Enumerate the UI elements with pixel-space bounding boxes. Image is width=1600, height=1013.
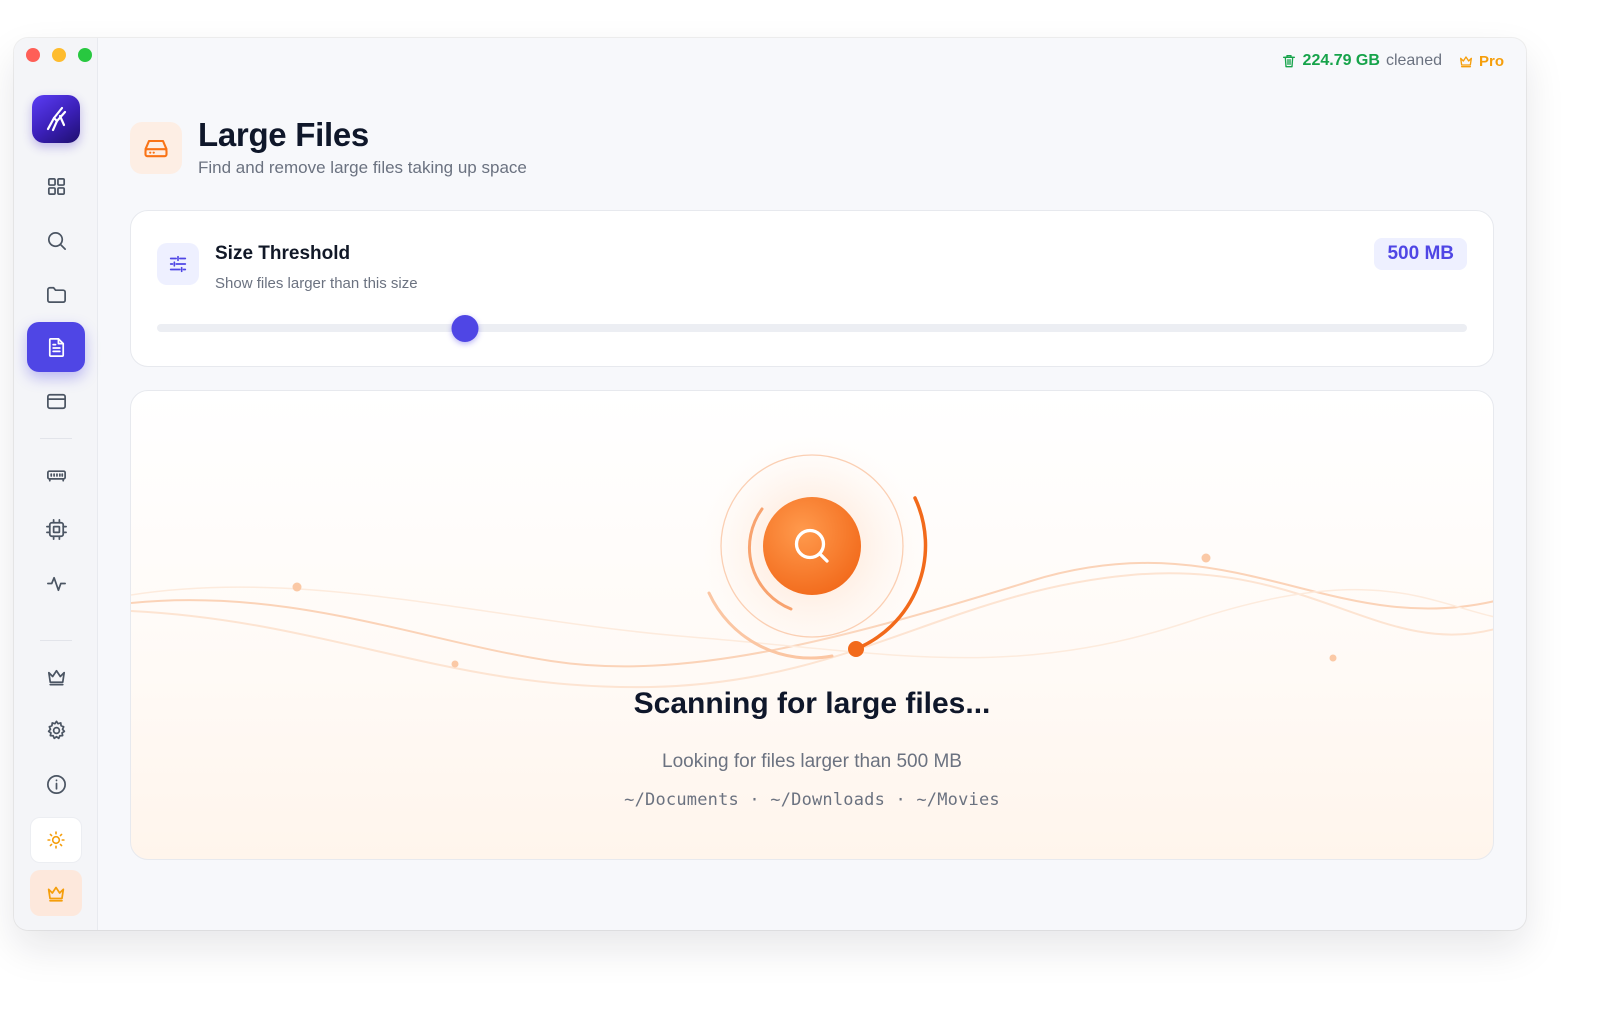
zoom-window-button[interactable] bbox=[78, 48, 92, 62]
sidebar-divider bbox=[40, 438, 72, 439]
sidebar-item-about[interactable] bbox=[27, 759, 85, 809]
folder-icon bbox=[46, 286, 66, 303]
app-window: 224.79 GB cleaned Pro Large Files Find a… bbox=[14, 38, 1526, 930]
sidebar-item-cpu[interactable] bbox=[27, 504, 85, 554]
sidebar-item-apps[interactable] bbox=[27, 376, 85, 426]
page-title: Large Files bbox=[198, 116, 369, 153]
particle-dot bbox=[1329, 654, 1337, 662]
page-subtitle: Find and remove large files taking up sp… bbox=[198, 158, 527, 177]
crown-icon bbox=[47, 886, 65, 902]
scan-panel: Scanning for large files... Looking for … bbox=[130, 390, 1494, 860]
crown-icon bbox=[47, 669, 65, 686]
threshold-value-badge: 500 MB bbox=[1374, 238, 1467, 270]
cleaned-stat: 224.79 GB cleaned bbox=[1281, 52, 1442, 70]
scan-subtitle: Looking for files larger than 500 MB bbox=[662, 751, 962, 772]
hard-drive-icon bbox=[144, 139, 168, 158]
sidebar-item-search[interactable] bbox=[27, 215, 85, 265]
trash-icon bbox=[1282, 55, 1295, 68]
threshold-icon-box bbox=[157, 243, 199, 285]
crown-icon bbox=[1459, 56, 1472, 68]
scan-title: Scanning for large files... bbox=[633, 687, 991, 720]
app-logo-icon bbox=[46, 106, 67, 132]
top-stats: 224.79 GB cleaned Pro bbox=[1281, 52, 1504, 70]
sidebar-item-premium[interactable] bbox=[27, 651, 85, 701]
cleaned-label: cleaned bbox=[1385, 52, 1442, 69]
scan-orb bbox=[763, 497, 861, 595]
traffic-lights bbox=[26, 48, 92, 62]
threshold-slider-thumb[interactable] bbox=[451, 315, 479, 342]
pro-label: Pro bbox=[1478, 52, 1504, 70]
sidebar-item-activity[interactable] bbox=[27, 558, 85, 608]
memory-icon bbox=[46, 469, 66, 482]
page-icon bbox=[130, 122, 182, 174]
cpu-icon bbox=[45, 518, 67, 540]
sidebar-item-settings[interactable] bbox=[27, 705, 85, 755]
threshold-title: Size Threshold bbox=[215, 243, 351, 264]
minimize-window-button[interactable] bbox=[52, 48, 66, 62]
info-icon bbox=[46, 774, 66, 794]
sidebar-item-memory[interactable] bbox=[27, 450, 85, 500]
sidebar bbox=[14, 38, 98, 930]
gear-icon bbox=[47, 720, 65, 739]
progress-dot bbox=[848, 641, 864, 657]
activity-icon bbox=[46, 576, 66, 591]
sidebar-item-large-files[interactable] bbox=[27, 322, 85, 372]
particle-dot bbox=[451, 660, 459, 668]
app-logo[interactable] bbox=[32, 95, 80, 143]
document-icon bbox=[48, 337, 64, 357]
sun-icon bbox=[47, 831, 65, 849]
close-window-button[interactable] bbox=[26, 48, 40, 62]
threshold-subtitle: Show files larger than this size bbox=[215, 275, 418, 292]
grid-icon bbox=[47, 177, 65, 195]
particle-dot bbox=[292, 582, 302, 592]
sliders-icon bbox=[169, 255, 187, 273]
search-icon bbox=[47, 231, 66, 250]
sidebar-divider bbox=[40, 640, 72, 641]
pro-badge[interactable]: Pro bbox=[1458, 53, 1504, 70]
scan-paths: ~/Documents · ~/Downloads · ~/Movies bbox=[624, 790, 1000, 810]
threshold-slider[interactable] bbox=[157, 315, 1467, 342]
window-icon bbox=[46, 393, 66, 409]
sidebar-item-dashboard[interactable] bbox=[27, 161, 85, 211]
size-threshold-card: Size Threshold Show files larger than th… bbox=[130, 210, 1494, 367]
theme-toggle-button[interactable] bbox=[30, 817, 82, 863]
upgrade-pro-button[interactable] bbox=[30, 870, 82, 916]
sidebar-item-folders[interactable] bbox=[27, 269, 85, 319]
particle-dot bbox=[1201, 553, 1211, 563]
cleaned-value: 224.79 GB bbox=[1302, 52, 1380, 69]
